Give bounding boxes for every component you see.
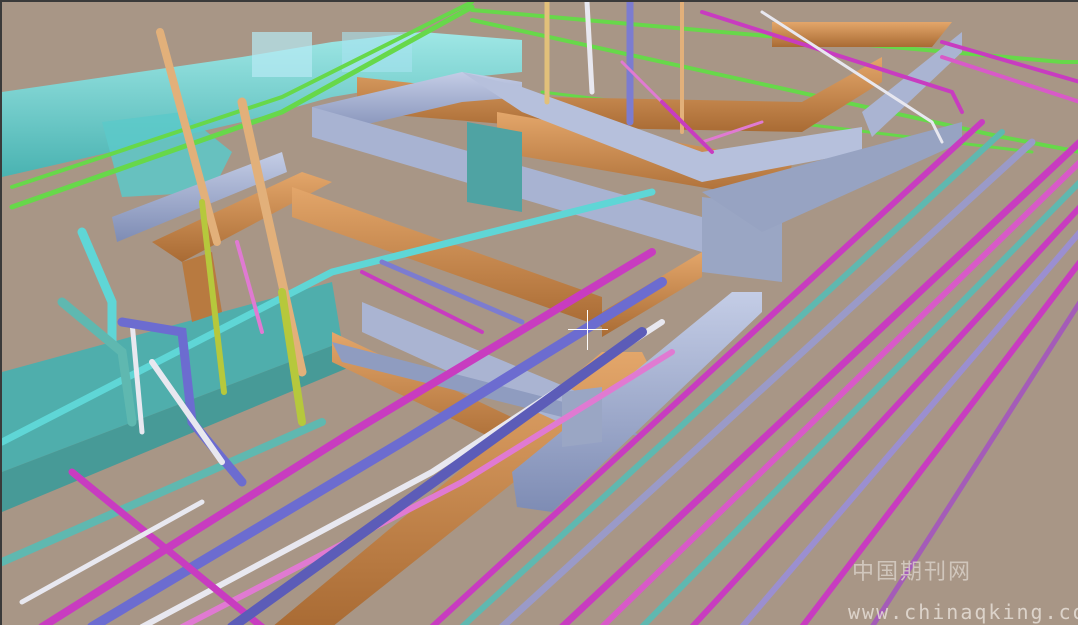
bim-mep-model-render (2, 2, 1078, 625)
watermark-url-text: www.chinaqking.com (848, 600, 1078, 624)
crosshair-cursor (568, 310, 608, 350)
3d-model-viewport[interactable]: 中国期刊网 www.chinaqking.com (0, 0, 1078, 625)
watermark-chinese-text: 中国期刊网 (852, 560, 973, 585)
